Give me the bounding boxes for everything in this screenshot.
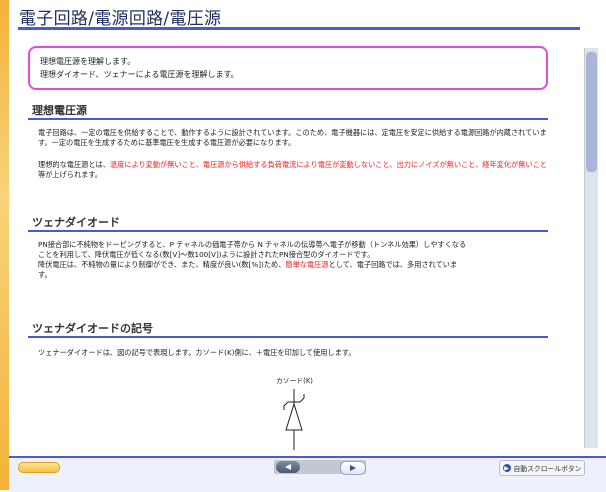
page-title: 電子回路/電源回路/電圧源 xyxy=(19,9,222,29)
next-page-button[interactable] xyxy=(340,461,366,475)
title-underline xyxy=(18,27,580,30)
left-accent-strip xyxy=(0,0,9,490)
lesson-content: 理想電圧源を理解します。 理想ダイオード、ツェナーによる電圧源を理解します。 理… xyxy=(18,32,580,454)
title-bar: 電子回路/電源回路/電圧源 xyxy=(9,0,606,29)
scroll-thumb[interactable] xyxy=(586,52,597,172)
bottom-navigation-bar: ▶ 自動スクロールボタン xyxy=(9,456,606,492)
previous-page-button[interactable] xyxy=(276,461,300,473)
auto-scroll-button[interactable]: ▶ 自動スクロールボタン xyxy=(499,460,585,476)
triangle-left-icon xyxy=(285,464,291,470)
triangle-right-icon xyxy=(350,465,356,471)
auto-scroll-label: 自動スクロールボタン xyxy=(513,465,582,473)
play-circle-icon: ▶ xyxy=(502,464,511,472)
page-navigation xyxy=(274,460,366,475)
lesson-window: 電子回路/電源回路/電圧源 理想電圧源を理解します。 理想ダイオード、ツェナーに… xyxy=(0,0,606,492)
zener-diode-symbol xyxy=(283,389,305,450)
progress-indicator xyxy=(18,462,60,473)
vertical-scrollbar[interactable] xyxy=(584,48,598,448)
